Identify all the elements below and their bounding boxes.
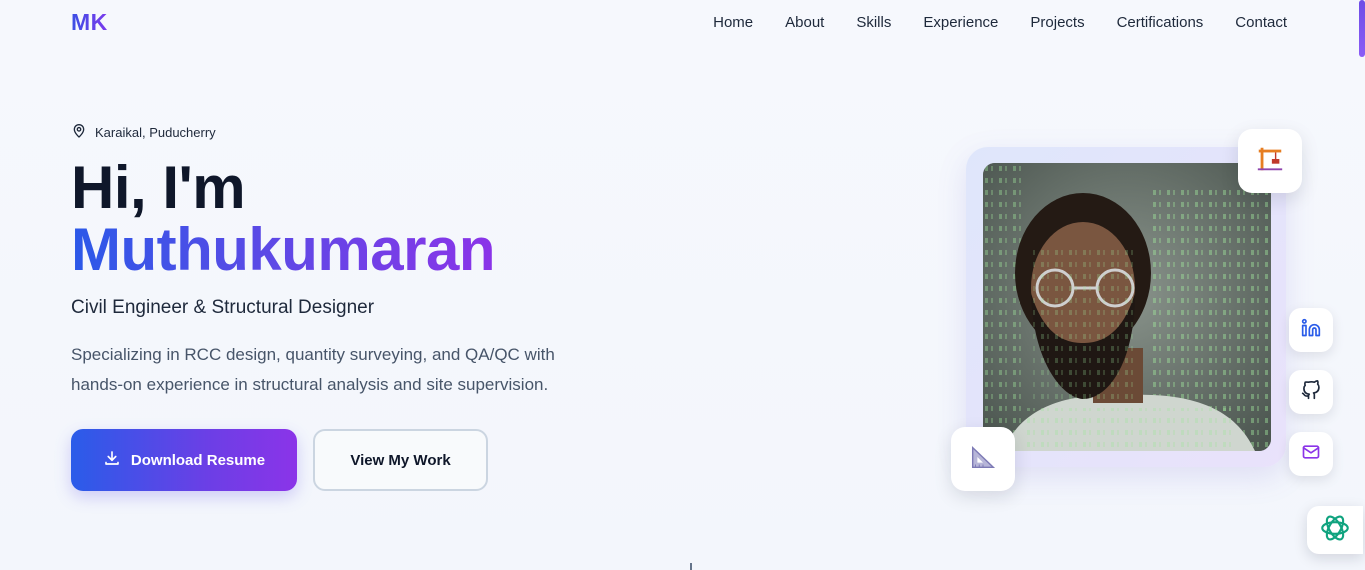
linkedin-button[interactable] — [1289, 308, 1333, 352]
crane-icon — [1255, 144, 1285, 179]
map-pin-icon — [71, 123, 87, 142]
view-my-work-button[interactable]: View My Work — [313, 429, 488, 491]
nav-about[interactable]: About — [785, 13, 824, 33]
ruler-card — [951, 427, 1015, 491]
nav-experience[interactable]: Experience — [923, 13, 998, 33]
linkedin-icon — [1301, 318, 1321, 343]
hero-role: Civil Engineer & Structural Designer — [71, 297, 375, 318]
nav-skills[interactable]: Skills — [856, 13, 891, 33]
crane-card — [1238, 129, 1302, 193]
nav-certifications[interactable]: Certifications — [1117, 13, 1204, 33]
chatgpt-icon — [1318, 511, 1352, 550]
scroll-indicator — [690, 563, 692, 570]
nav-projects[interactable]: Projects — [1030, 13, 1084, 33]
hero-name: Muthukumaran — [71, 216, 496, 283]
profile-photo — [983, 163, 1271, 451]
location-line: Karaikal, Puducherry — [71, 123, 216, 142]
hero-description: Specializing in RCC design, quantity sur… — [71, 345, 555, 394]
chat-assistant-button[interactable] — [1307, 506, 1363, 554]
location-text: Karaikal, Puducherry — [95, 125, 216, 140]
main-nav: Home About Skills Experience Projects Ce… — [681, 13, 1287, 33]
set-square-ruler-icon — [968, 442, 998, 477]
mail-icon — [1301, 442, 1321, 467]
download-resume-button[interactable]: Download Resume — [71, 429, 297, 491]
scrollbar-thumb[interactable] — [1359, 0, 1365, 57]
download-icon — [103, 449, 121, 471]
nav-home[interactable]: Home — [713, 13, 753, 33]
github-button[interactable] — [1289, 370, 1333, 414]
download-resume-label: Download Resume — [130, 451, 266, 469]
mail-button[interactable] — [1289, 432, 1333, 476]
nav-contact[interactable]: Contact — [1235, 13, 1287, 33]
hero-greeting: Hi, I'm — [71, 154, 246, 221]
logo[interactable]: MK — [71, 9, 108, 36]
github-icon — [1301, 379, 1321, 405]
